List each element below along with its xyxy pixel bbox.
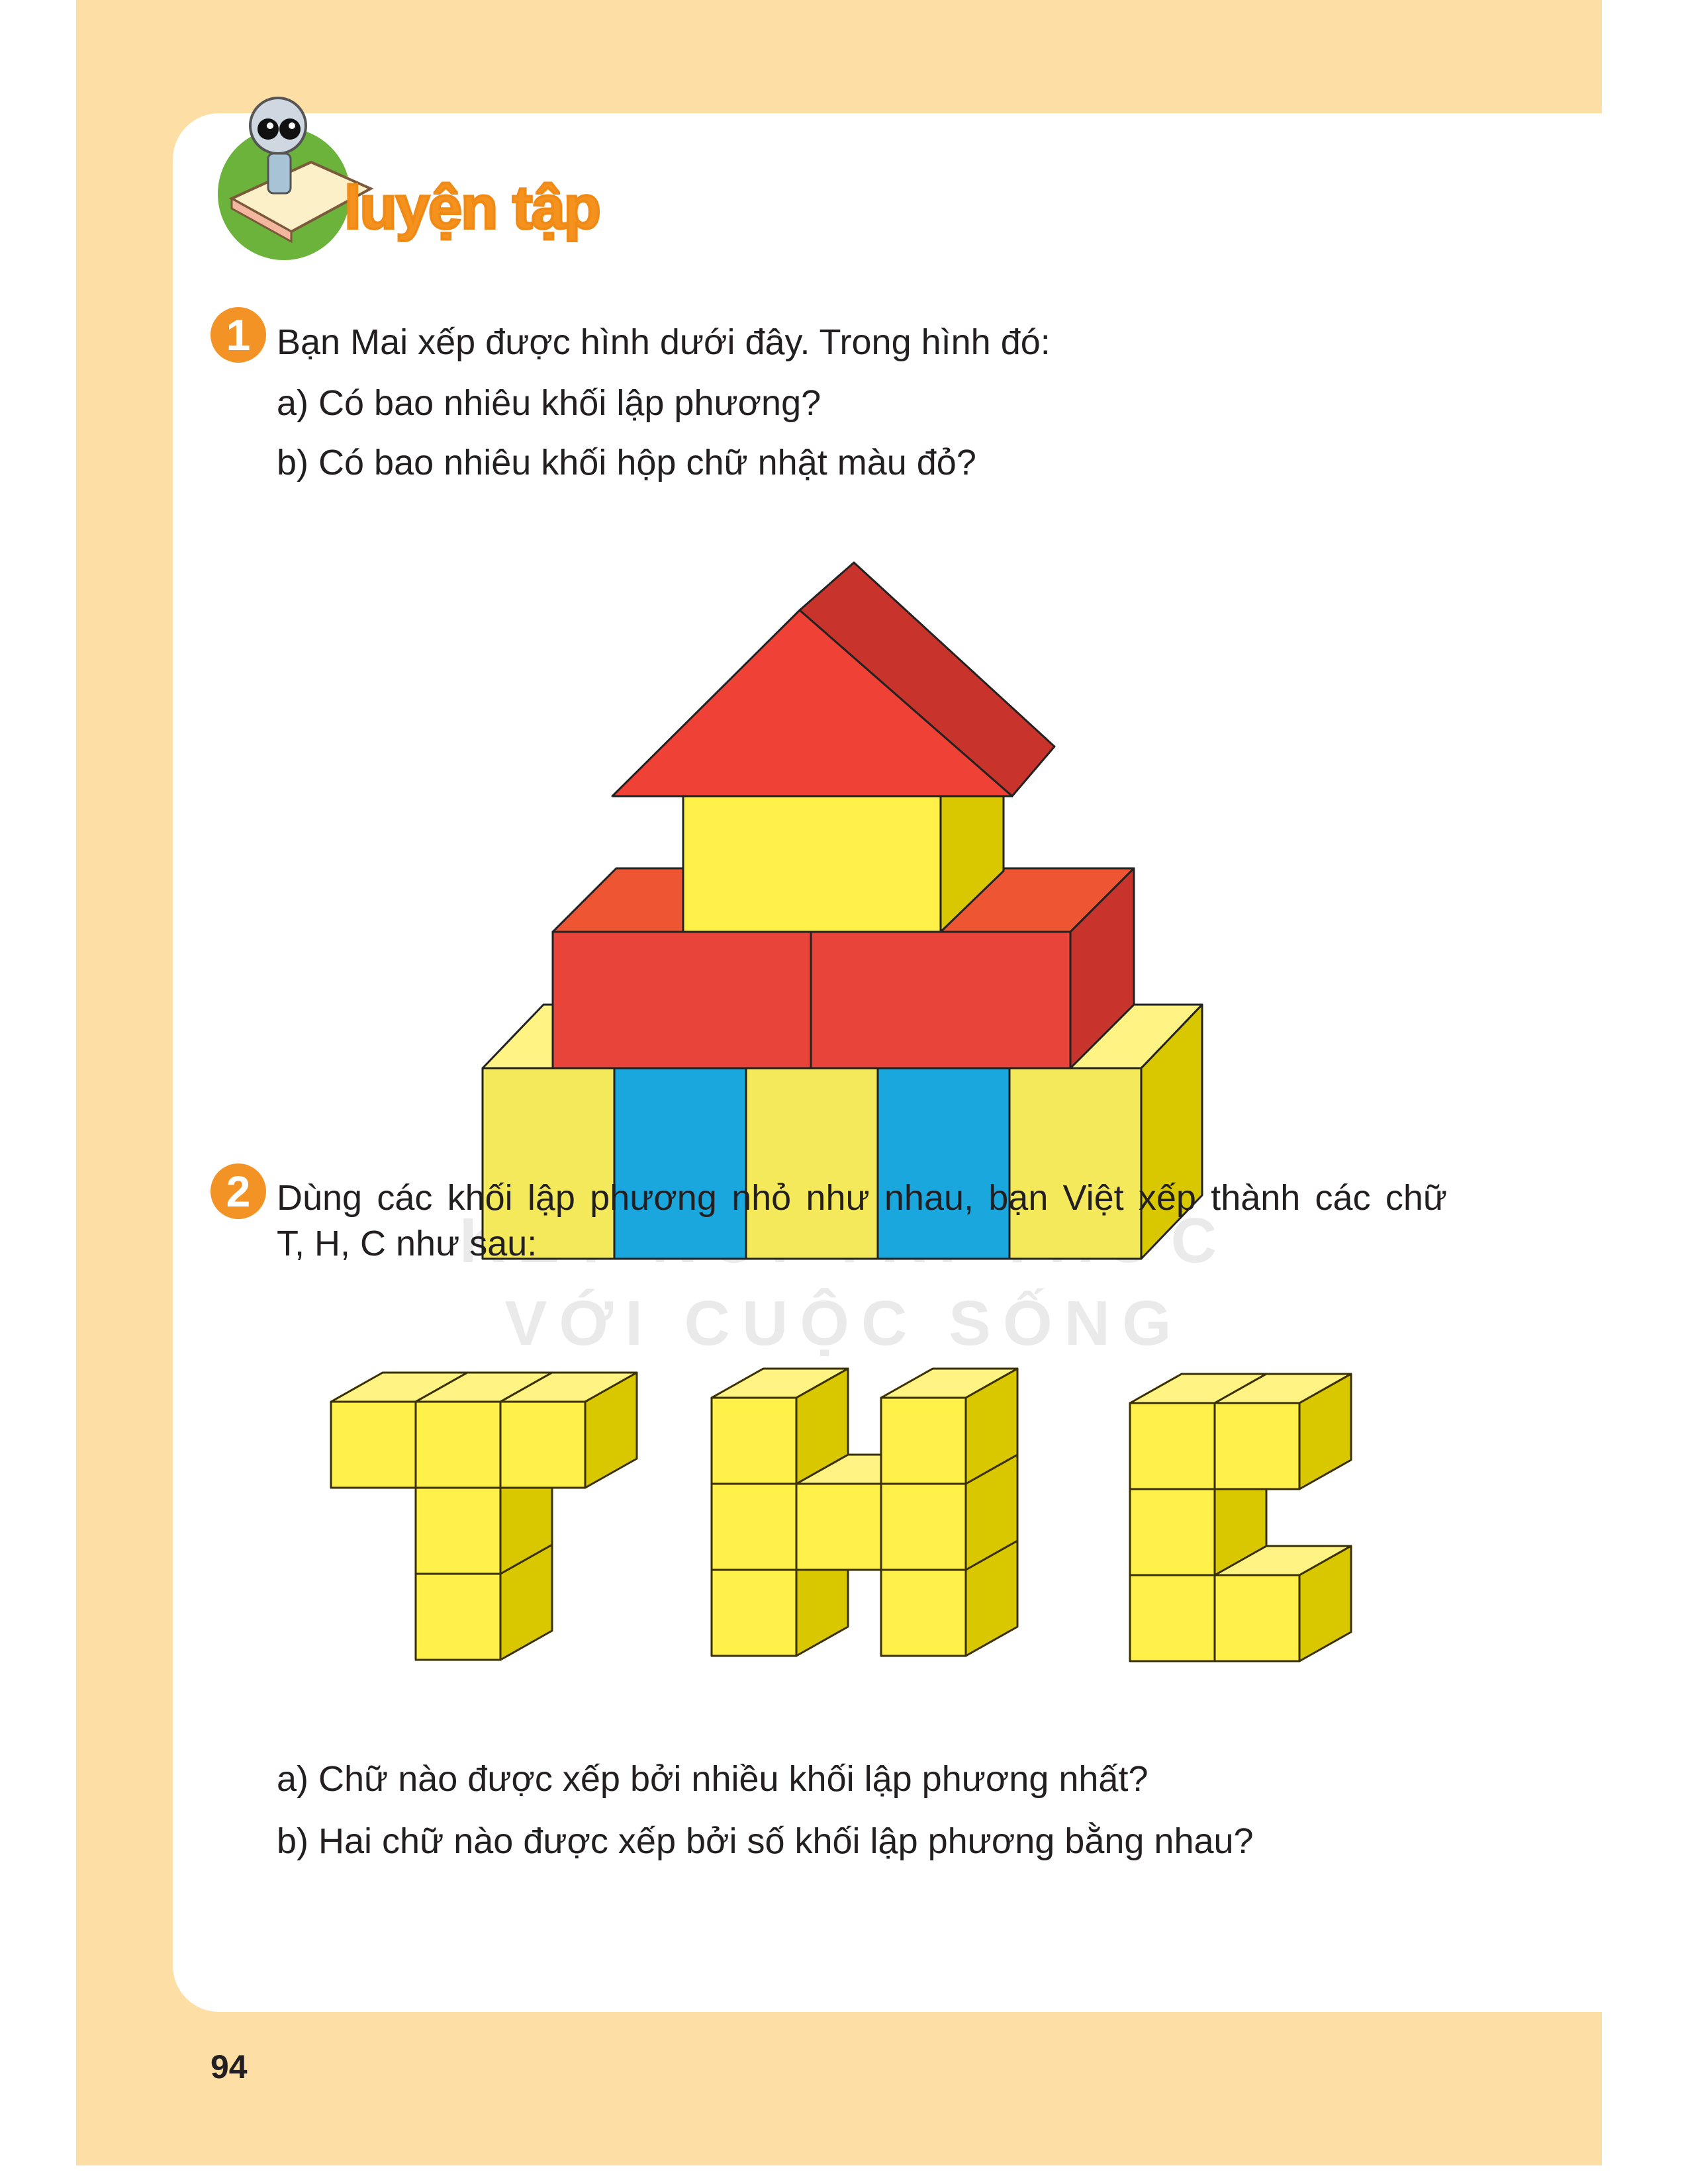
cube (710, 1367, 849, 1485)
exercise-2-item-b: b) Hai chữ nào được xếp bởi số khối lập … (277, 1821, 1254, 1861)
letter-t (330, 1371, 638, 1661)
cube (880, 1367, 1019, 1485)
exercise-2-item-a: a) Chữ nào được xếp bởi nhiều khối lập p… (277, 1759, 1149, 1799)
letter-h (710, 1367, 1019, 1657)
letter-c (1129, 1373, 1352, 1662)
cube (499, 1371, 638, 1489)
cube (1213, 1373, 1352, 1490)
page-number: 94 (211, 2048, 248, 2085)
